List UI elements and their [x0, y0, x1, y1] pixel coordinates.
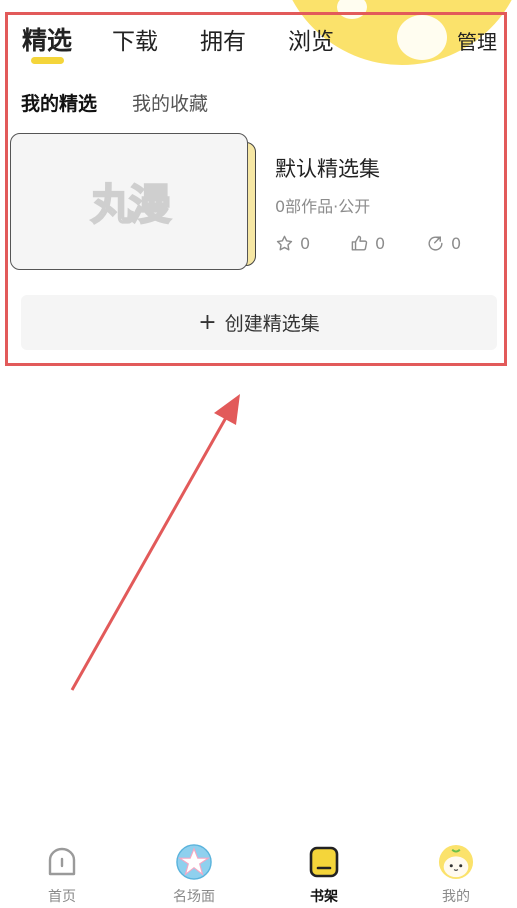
bookshelf-icon	[306, 844, 342, 880]
home-icon	[44, 844, 80, 880]
nav-profile[interactable]: 我的	[406, 838, 506, 906]
nav-home-label: 首页	[48, 889, 76, 905]
nav-bookshelf-label: 书架	[310, 889, 338, 905]
nav-home[interactable]: 首页	[12, 838, 112, 906]
profile-avatar-icon	[438, 844, 474, 880]
nav-bookshelf[interactable]: 书架	[274, 838, 374, 906]
scene-avatar-icon	[176, 844, 212, 880]
bottom-navigation: 首页 名场面 书架 我的	[0, 838, 517, 908]
nav-profile-label: 我的	[442, 889, 470, 905]
nav-scenes[interactable]: 名场面	[144, 838, 244, 906]
nav-scenes-label: 名场面	[173, 889, 215, 905]
annotation-arrow	[70, 394, 240, 691]
